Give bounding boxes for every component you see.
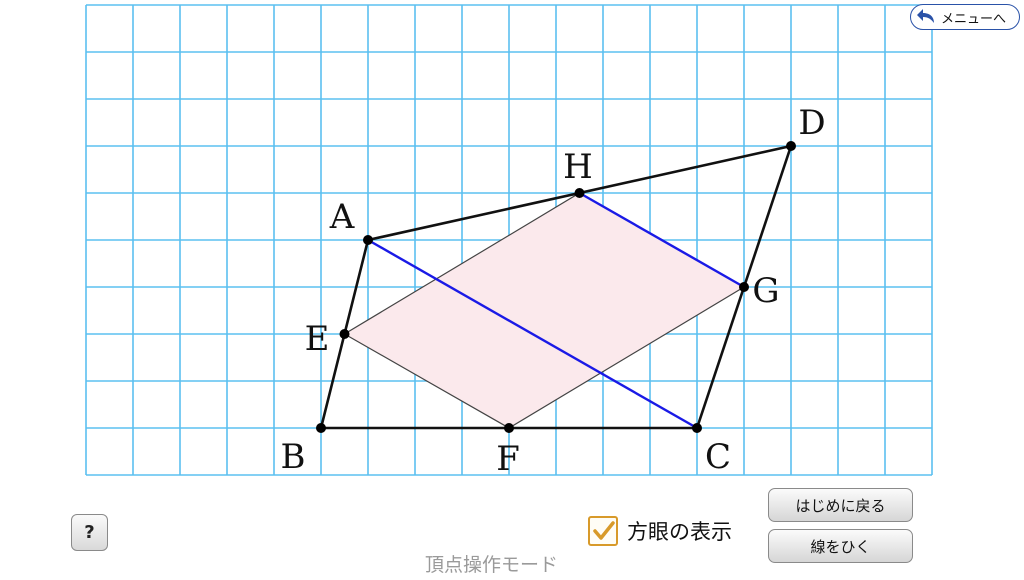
grid-toggle-label: 方眼の表示 — [627, 520, 732, 544]
label-H: H — [563, 147, 593, 187]
menu-button[interactable]: メニューへ — [910, 4, 1020, 30]
label-G: G — [752, 271, 779, 311]
vertex-H[interactable] — [574, 188, 585, 198]
vertex-B[interactable] — [316, 423, 326, 433]
label-E: E — [305, 319, 330, 359]
label-B: B — [281, 437, 306, 477]
label-D: D — [798, 103, 825, 143]
vertex-G[interactable] — [739, 282, 749, 292]
checkmark-icon — [593, 521, 615, 540]
grid-display-toggle[interactable]: 方眼の表示 — [588, 514, 732, 548]
inner-parallelogram — [343, 192, 746, 429]
vertex-C[interactable] — [692, 423, 702, 433]
draw-line-button[interactable]: 線をひく — [768, 529, 913, 563]
reset-button[interactable]: はじめに戻る — [768, 488, 913, 522]
label-C: C — [705, 437, 731, 477]
shaded-region — [343, 192, 746, 429]
vertex-D[interactable] — [786, 141, 796, 151]
menu-label: メニューへ — [941, 11, 1007, 27]
vertex-F[interactable] — [504, 423, 514, 433]
help-button[interactable]: ? — [71, 514, 108, 551]
vertex-E[interactable] — [339, 329, 350, 339]
mode-label: 頂点操作モード — [425, 554, 559, 576]
grid-checkbox[interactable] — [588, 516, 618, 546]
back-arrow-icon — [917, 9, 934, 23]
label-F: F — [496, 439, 520, 479]
vertex-A[interactable] — [363, 235, 373, 245]
label-A: A — [329, 197, 355, 237]
